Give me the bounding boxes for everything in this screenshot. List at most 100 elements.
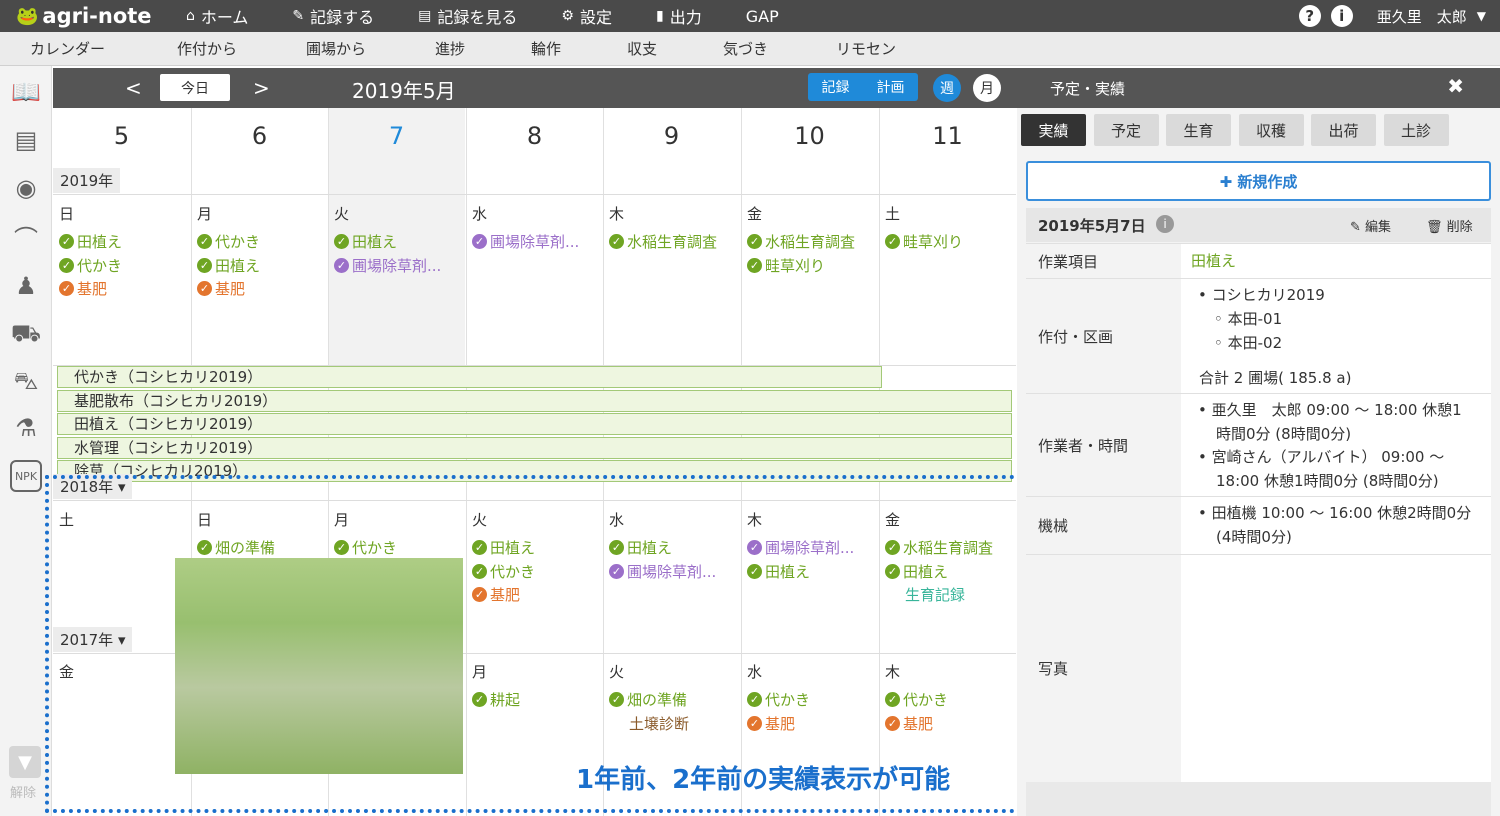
task-item[interactable]: ✓ 代かき <box>197 231 260 252</box>
frog-logo-icon: 🐸 <box>16 5 39 27</box>
day-of-week-label: 木 <box>609 205 625 223</box>
task-label: 畦草刈り <box>765 256 826 275</box>
day-number[interactable]: 7 <box>328 122 465 150</box>
task-item[interactable]: ✓ 畦草刈り <box>885 231 963 252</box>
subnav-notes[interactable]: 気づき <box>723 38 768 59</box>
detail-header: 2019年5月7日 i ✎ 編集 🗑 削除 <box>1026 208 1491 242</box>
detail-panel: 実績 予定 生育 収穫 出荷 土診 ✚ 新規作成 2019年5月7日 i ✎ 編集 🗑 削… <box>1017 108 1500 816</box>
tractor-icon[interactable]: ⛟ <box>10 318 42 350</box>
task-item[interactable]: ✓ 水稲生育調査 <box>747 231 855 252</box>
new-entry-button[interactable]: ✚ 新規作成 <box>1026 161 1491 201</box>
day-number[interactable]: 10 <box>741 122 878 150</box>
nav-settings[interactable]: ⚙ 設定 <box>561 4 612 28</box>
nav-home[interactable]: ⌂ ホーム <box>186 4 248 28</box>
record-toggle[interactable]: 記録 <box>822 77 850 97</box>
subnav-crop[interactable]: 作付から <box>177 38 237 59</box>
subnav-progress[interactable]: 進捗 <box>435 38 465 59</box>
nav-export[interactable]: ▮ 出力 <box>656 4 702 28</box>
worker-value: 時間0分 (8時間0分) <box>1216 425 1352 443</box>
task-item[interactable]: ✓ 田植え <box>197 255 260 276</box>
wheelbarrow-icon[interactable]: ⛍ <box>10 366 42 398</box>
next-week-button[interactable]: > <box>253 76 270 100</box>
day-of-week-label: 月 <box>197 205 213 223</box>
day-of-week-label: 火 <box>334 205 350 223</box>
prev-week-button[interactable]: < <box>125 76 142 100</box>
task-label: 田植え <box>77 233 123 251</box>
panel-title: 予定・実績 <box>1050 80 1126 98</box>
task-item[interactable]: ✓ 畦草刈り <box>747 255 825 276</box>
delete-button[interactable]: 🗑 削除 <box>1426 216 1473 235</box>
row-label: 作業者・時間 <box>1026 394 1181 496</box>
check-circle-icon: ✓ <box>747 234 762 249</box>
week-view-button[interactable]: 週 <box>933 74 961 102</box>
app-logo[interactable]: 🐸 agri-note <box>16 4 186 28</box>
day-number[interactable]: 6 <box>191 122 328 150</box>
day-of-week-label: 水 <box>472 205 488 223</box>
tab-5[interactable]: 土診 <box>1383 114 1449 146</box>
sickle-icon[interactable]: ⌒ <box>10 220 42 253</box>
task-item[interactable]: ✓ 圃場除草剤... <box>472 231 579 252</box>
task-item[interactable]: ✓ 圃場除草剤... <box>334 255 441 276</box>
worker-value: 18:00 休憩1時間0分 (8時間0分) <box>1216 472 1439 490</box>
flask-icon[interactable]: ⚗ <box>10 412 42 444</box>
subnav-calendar[interactable]: カレンダー <box>30 38 105 59</box>
worker-value: • 亜久里 太郎 09:00 〜 18:00 休憩1 <box>1198 401 1462 419</box>
home-icon: ⌂ <box>186 8 195 24</box>
task-label: 田植え <box>352 233 398 251</box>
tab-4[interactable]: 出荷 <box>1311 114 1376 146</box>
filter-clear-label[interactable]: 解除 <box>10 782 36 801</box>
today-button[interactable]: 今日 <box>160 74 230 101</box>
machine-value: (4時間0分) <box>1216 528 1292 546</box>
user-name[interactable]: 亜久里 太郎 <box>1377 6 1467 27</box>
subnav-rotation[interactable]: 輪作 <box>531 38 561 59</box>
detail-row-workers: 作業者・時間 • 亜久里 太郎 09:00 〜 18:00 休憩1 時間0分 (… <box>1026 393 1491 496</box>
tab-3[interactable]: 収穫 <box>1238 114 1304 146</box>
task-item[interactable]: ✓ 田植え <box>334 231 397 252</box>
month-title: 2019年5月 <box>352 79 456 103</box>
tab-1[interactable]: 予定 <box>1093 114 1159 146</box>
day-number[interactable]: 11 <box>879 122 1016 150</box>
map-pin-icon[interactable]: ◉ <box>10 172 42 204</box>
book-icon[interactable]: 📖 <box>10 76 42 108</box>
day-number[interactable]: 9 <box>603 122 740 150</box>
filter-icon[interactable]: ▼ <box>9 746 41 778</box>
close-icon[interactable]: ✖ <box>1447 74 1464 98</box>
day-number[interactable]: 5 <box>53 122 190 150</box>
task-item[interactable]: ✓ 田植え <box>59 231 122 252</box>
info-icon[interactable]: i <box>1156 215 1174 233</box>
tab-2[interactable]: 生育 <box>1166 114 1231 146</box>
document-icon[interactable]: ▤ <box>10 124 42 156</box>
task-item[interactable]: ✓基肥 <box>59 278 107 299</box>
check-circle-icon: ✓ <box>197 281 212 296</box>
rice-paddy-photo[interactable] <box>175 558 463 774</box>
check-circle-icon: ✓ <box>747 257 762 273</box>
task-item[interactable]: ✓ 水稲生育調査 <box>609 231 717 252</box>
detail-row-item: 作業項目 田植え <box>1026 243 1491 278</box>
chevron-down-icon[interactable]: ▼ <box>1477 9 1486 23</box>
task-label: 基肥 <box>215 280 246 298</box>
task-item[interactable]: ✓ 代かき <box>59 255 122 276</box>
gantt-bar[interactable]: 代かき（コシヒカリ2019） <box>57 366 882 388</box>
plot-value: ◦ 本田-02 <box>1214 334 1283 352</box>
detail-date: 2019年5月7日 <box>1038 217 1146 235</box>
tab-0[interactable]: 実績 <box>1021 114 1086 146</box>
day-number[interactable]: 8 <box>466 122 603 150</box>
subnav-remote-sensing[interactable]: リモセン <box>836 38 896 59</box>
info-icon[interactable]: i <box>1330 5 1353 27</box>
gantt-bar[interactable]: 基肥散布（コシヒカリ2019） <box>57 389 1012 412</box>
fertilizer-icon[interactable]: NPK <box>10 460 42 492</box>
day-of-week-label: 金 <box>747 205 763 223</box>
gantt-bar[interactable]: 水管理（コシヒカリ2019） <box>57 436 1012 459</box>
worker-icon[interactable]: ♟ <box>10 270 42 302</box>
nav-record[interactable]: ✎ 記録する <box>292 4 374 28</box>
plan-toggle[interactable]: 計画 <box>877 77 905 97</box>
month-view-button[interactable]: 月 <box>973 74 1001 102</box>
gantt-bar[interactable]: 田植え（コシヒカリ2019） <box>57 413 1012 435</box>
subnav-balance[interactable]: 収支 <box>627 38 657 59</box>
help-icon[interactable]: ? <box>1298 5 1321 27</box>
edit-button[interactable]: ✎ 編集 <box>1350 216 1391 235</box>
nav-gap[interactable]: GAP <box>746 7 779 26</box>
subnav-field[interactable]: 圃場から <box>306 38 366 59</box>
task-item[interactable]: ✓基肥 <box>197 278 245 299</box>
nav-view-records[interactable]: ▤ 記録を見る <box>418 4 517 28</box>
